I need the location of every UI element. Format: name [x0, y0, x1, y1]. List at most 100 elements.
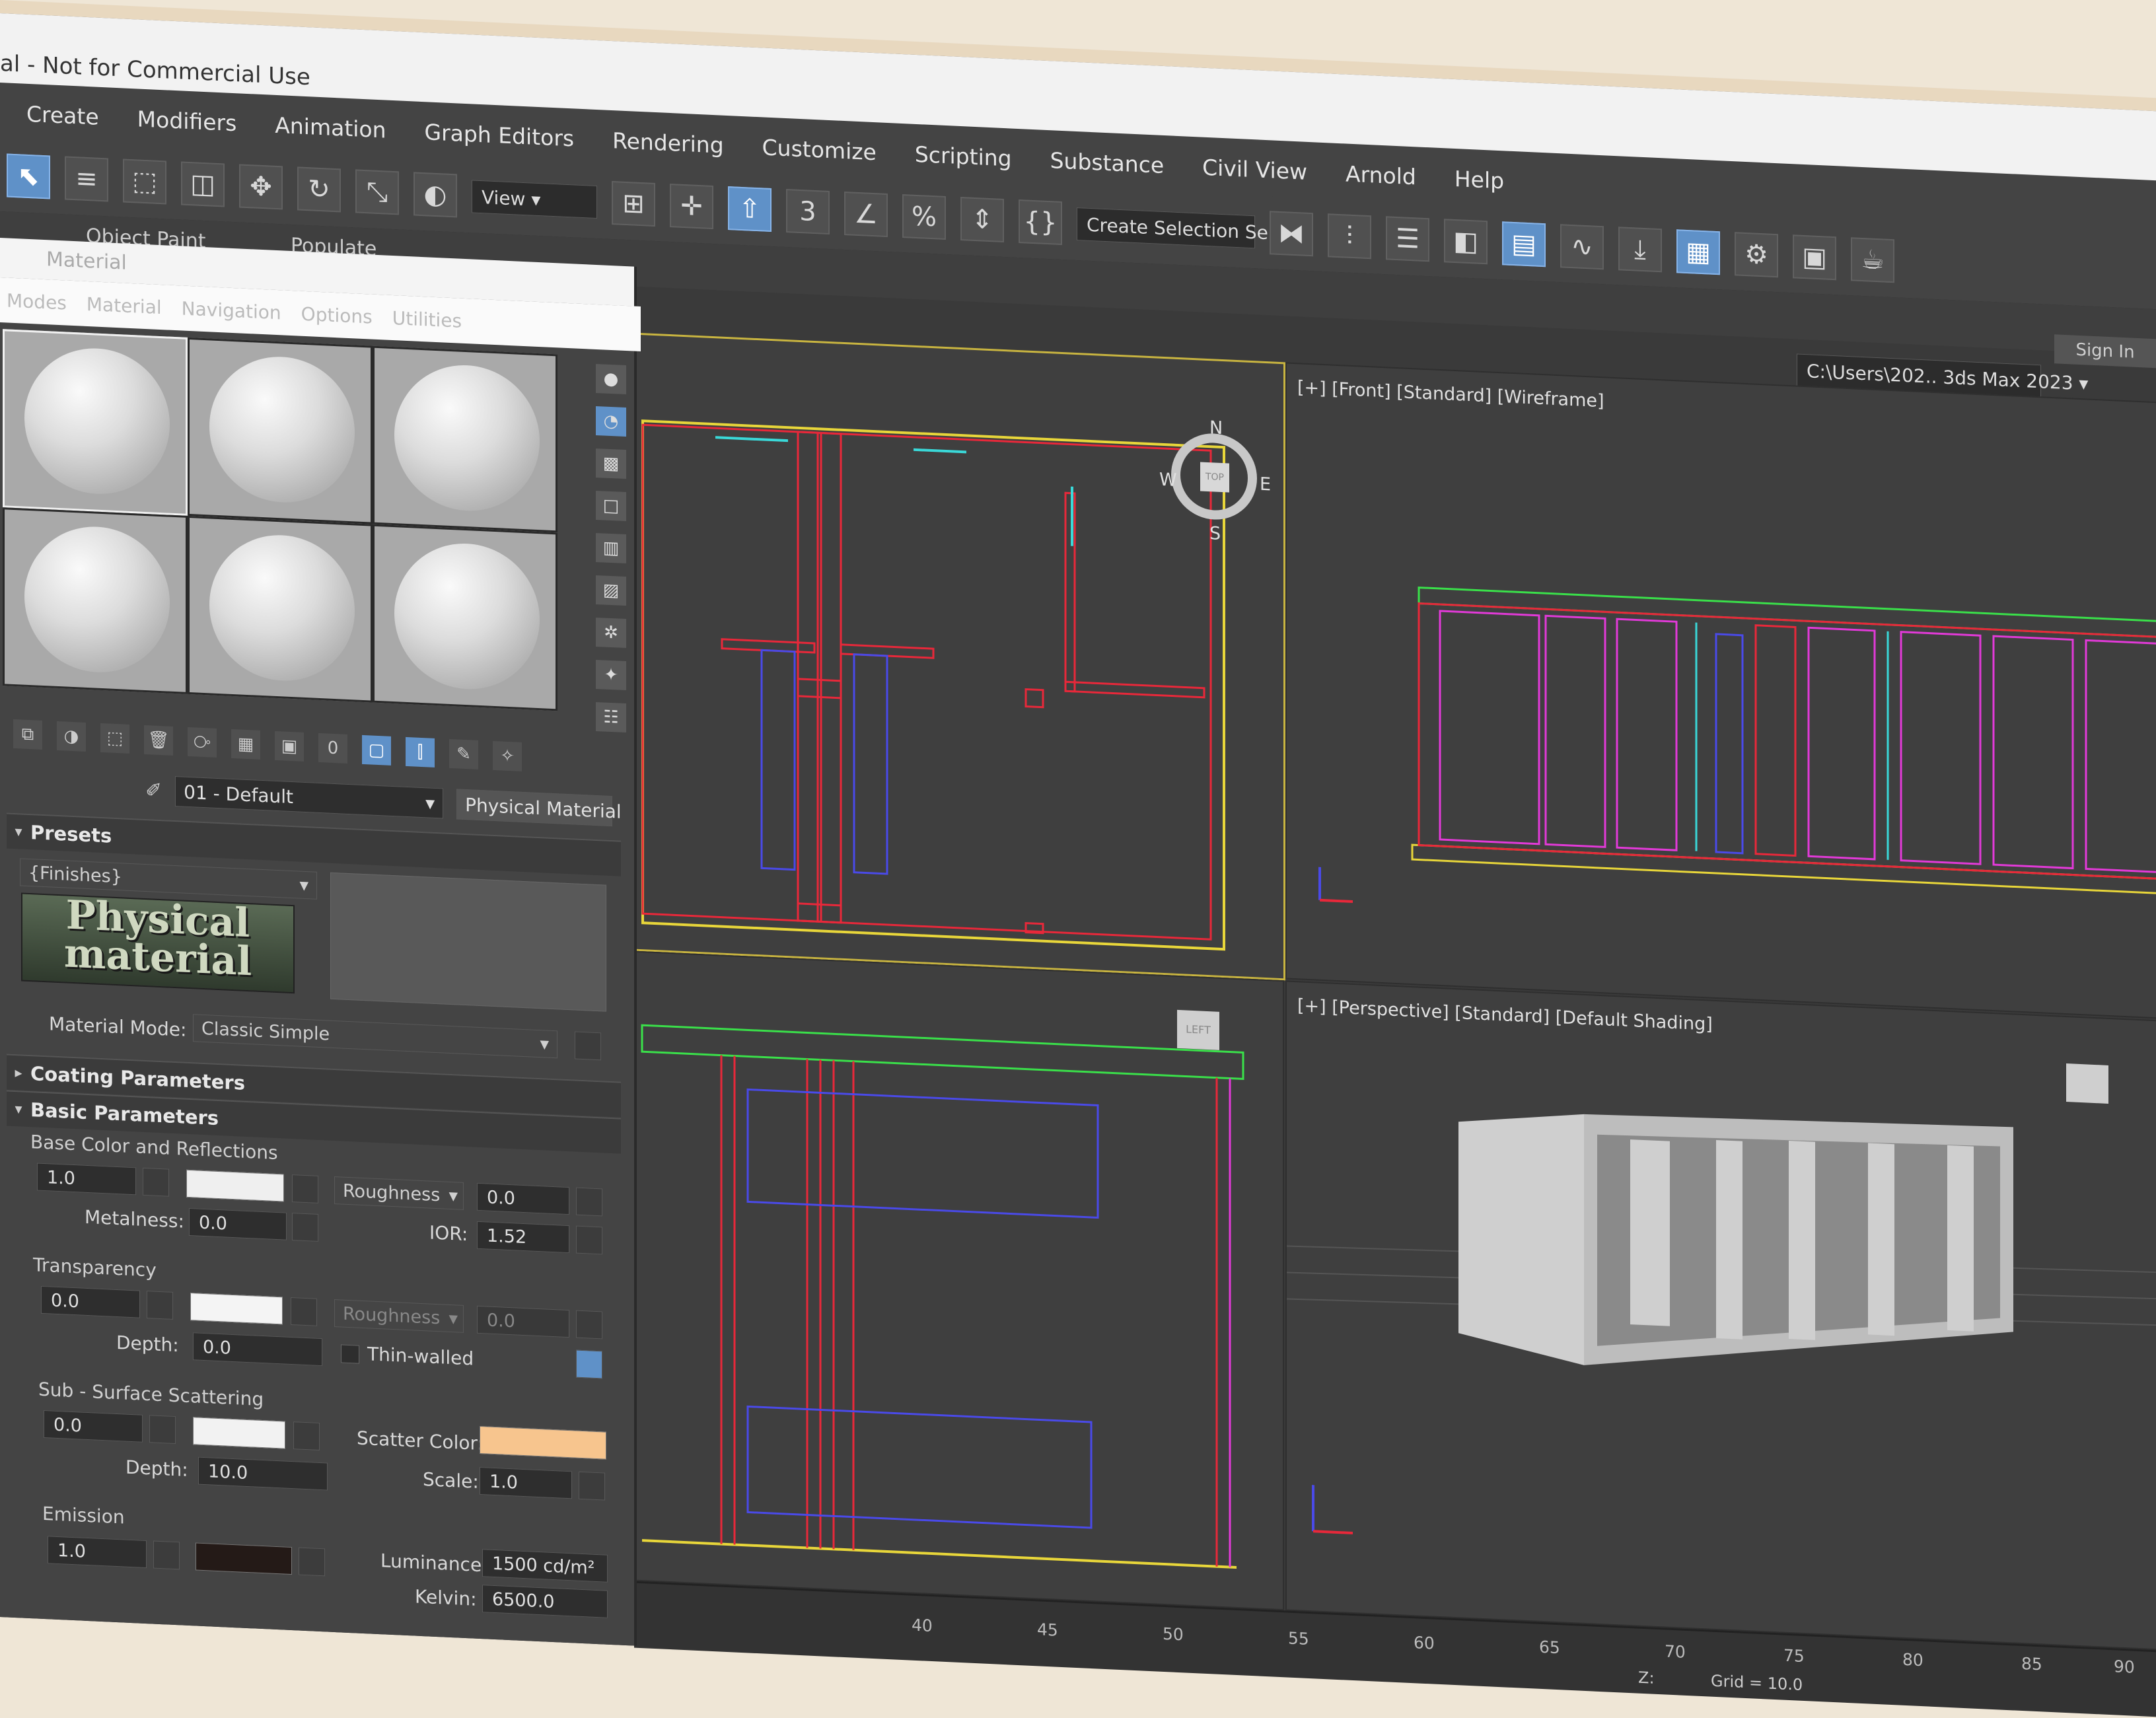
mirror-icon[interactable]: ⧓ — [1270, 211, 1313, 257]
layer-explorer-icon[interactable]: ◧ — [1444, 219, 1488, 265]
scene-explorer-icon[interactable]: ☰ — [1386, 216, 1429, 262]
sss-depth-spinner[interactable]: 10.0 — [198, 1456, 328, 1491]
transparency-roughness-spinner[interactable]: 0.0 — [477, 1305, 569, 1338]
menu-customize[interactable]: Customize — [762, 134, 908, 166]
make-preview-icon[interactable]: ▨ — [596, 575, 626, 606]
sss-weight-spinner[interactable]: 0.0 — [44, 1410, 143, 1443]
schematic-view-icon[interactable]: ⤓ — [1618, 227, 1662, 273]
material-map-navigator-icon[interactable]: ☷ — [596, 701, 626, 733]
ior-spinner[interactable]: 1.52 — [477, 1221, 569, 1254]
sample-slot[interactable] — [188, 515, 373, 703]
menu-create[interactable]: Create — [26, 100, 131, 131]
transparency-roughness-map-button[interactable] — [576, 1310, 602, 1340]
sss-color-swatch[interactable] — [193, 1417, 285, 1449]
sample-slot[interactable] — [188, 337, 373, 524]
roughness-map-button[interactable] — [576, 1187, 602, 1217]
material-mode-dropdown[interactable]: Classic Simple ▾ — [193, 1014, 557, 1059]
transparency-weight-map-button[interactable] — [147, 1291, 173, 1320]
scale-icon[interactable]: ⤡ — [355, 169, 399, 215]
menu-help[interactable]: Help — [1455, 165, 1536, 195]
menu-modifiers[interactable]: Modifiers — [137, 106, 269, 137]
render-production-icon[interactable]: ☕ — [1851, 237, 1894, 283]
transparency-color-map-button[interactable] — [291, 1297, 317, 1326]
emission-weight-spinner[interactable]: 1.0 — [48, 1536, 147, 1569]
mat-menu-options[interactable]: Options — [301, 303, 373, 328]
background-icon[interactable]: ▩ — [596, 448, 626, 480]
menu-scripting[interactable]: Scripting — [915, 141, 1044, 172]
percent-snap-icon[interactable]: % — [902, 194, 946, 240]
save-icon[interactable]: ▣ — [275, 731, 304, 762]
base-weight-spinner[interactable]: 1.0 — [37, 1163, 136, 1196]
scatter-color-swatch[interactable] — [480, 1425, 606, 1460]
pivot-icon[interactable]: ⊞ — [612, 181, 655, 227]
top-viewport[interactable]: TOP N W E S — [634, 332, 1285, 981]
named-selection-combo[interactable]: Create Selection Se ▾ — [1077, 207, 1283, 249]
align-icon[interactable]: ⫶ — [1328, 213, 1371, 260]
video-color-check-icon[interactable]: ▥ — [596, 532, 626, 564]
rendered-frame-window-icon[interactable]: ▣ — [1793, 234, 1836, 281]
keyboard-shortcut-icon[interactable]: ⇧ — [728, 186, 772, 233]
perspective-viewport[interactable]: [+] [Perspective] [Standard] [Default Sh… — [1285, 980, 2156, 1651]
menu-civil-view[interactable]: Civil View — [1202, 154, 1339, 186]
window-crossing-icon[interactable]: ◫ — [181, 161, 225, 207]
menu-arnold[interactable]: Arnold — [1346, 161, 1448, 191]
material-type-button[interactable]: Physical Material — [456, 789, 622, 827]
metalness-map-button[interactable] — [292, 1213, 318, 1242]
emission-color-swatch[interactable] — [196, 1542, 292, 1575]
options-icon[interactable]: ✲ — [596, 617, 626, 649]
select-manipulate-icon[interactable]: ✛ — [670, 184, 713, 230]
reflection-roughness-mode[interactable]: Roughness ▾ — [334, 1176, 464, 1210]
select-by-material-icon[interactable]: ✦ — [596, 659, 626, 691]
luminance-spinner[interactable]: 1500 cd/m² — [482, 1549, 608, 1583]
put-to-scene-icon[interactable]: ◑ — [57, 721, 86, 752]
material-name-field[interactable]: 01 - Default ▾ — [175, 776, 444, 819]
show-end-result-icon[interactable]: ⫿ — [406, 736, 435, 768]
angle-snap-icon[interactable]: ∠ — [844, 192, 888, 238]
sample-slot[interactable] — [373, 524, 557, 711]
curve-editor-icon[interactable]: ∿ — [1560, 224, 1604, 270]
go-to-parent-icon[interactable]: ✎ — [449, 738, 478, 770]
transparency-weight-spinner[interactable]: 0.0 — [41, 1285, 140, 1318]
presets-dropdown[interactable]: {Finishes} ▾ — [20, 858, 317, 900]
transparency-color-swatch[interactable] — [190, 1293, 283, 1325]
reference-coordinate-combo[interactable]: View ▾ — [472, 180, 597, 219]
kelvin-spinner[interactable]: 6500.0 — [482, 1585, 608, 1618]
spinner-snap-icon[interactable]: ⇕ — [960, 197, 1004, 243]
rotate-icon[interactable]: ↻ — [297, 166, 341, 213]
front-viewport[interactable]: [+] [Front] [Standard] [Wireframe] — [1285, 362, 2156, 1019]
sample-uv-tiling-icon[interactable]: □ — [596, 490, 626, 522]
sample-slot[interactable] — [3, 329, 188, 516]
transparency-roughness-mode[interactable]: Roughness ▾ — [334, 1299, 464, 1333]
mat-menu-modes[interactable]: Modes — [7, 289, 67, 314]
put-to-library-icon[interactable]: ▦ — [231, 729, 260, 760]
reflection-roughness-spinner[interactable]: 0.0 — [477, 1182, 569, 1215]
menu-animation[interactable]: Animation — [275, 112, 417, 144]
show-shaded-icon[interactable]: ▢ — [362, 734, 391, 766]
ior-map-button[interactable] — [576, 1225, 602, 1255]
snaps-toggle-icon[interactable]: 3 — [786, 189, 830, 235]
toggle-ribbon-icon[interactable]: ▤ — [1502, 221, 1546, 268]
transparency-depth-spinner[interactable]: 0.0 — [193, 1332, 322, 1367]
edit-named-selection-icon[interactable]: {} — [1019, 199, 1062, 246]
pick-material-icon[interactable]: ✐ — [145, 778, 162, 802]
menu-graph-editors[interactable]: Graph Editors — [425, 119, 606, 153]
material-id-icon[interactable]: 0 — [318, 733, 347, 764]
left-viewport[interactable]: LEFT — [634, 950, 1284, 1611]
sss-scale-map-button[interactable] — [579, 1471, 605, 1501]
delete-icon[interactable]: 🗑 — [144, 725, 173, 756]
select-object-icon[interactable]: ⬉ — [7, 153, 50, 199]
lock-icon[interactable] — [576, 1349, 602, 1379]
sample-slot[interactable] — [373, 345, 557, 533]
sss-scale-spinner[interactable]: 1.0 — [480, 1466, 572, 1499]
sample-type-icon[interactable]: ● — [596, 363, 626, 395]
emission-color-map-button[interactable] — [299, 1547, 325, 1577]
render-setup-icon[interactable]: ⚙ — [1735, 232, 1778, 278]
base-color-map-button[interactable] — [292, 1174, 318, 1203]
sign-in-button[interactable]: Sign In — [2054, 334, 2156, 369]
mat-menu-navigation[interactable]: Navigation — [182, 297, 281, 324]
mat-menu-utilities[interactable]: Utilities — [392, 306, 462, 332]
mat-menu-material[interactable]: Material — [87, 293, 162, 318]
menu-substance[interactable]: Substance — [1050, 147, 1196, 180]
go-forward-sibling-icon[interactable]: ✧ — [493, 740, 522, 771]
material-editor-icon[interactable]: ▦ — [1676, 229, 1720, 275]
